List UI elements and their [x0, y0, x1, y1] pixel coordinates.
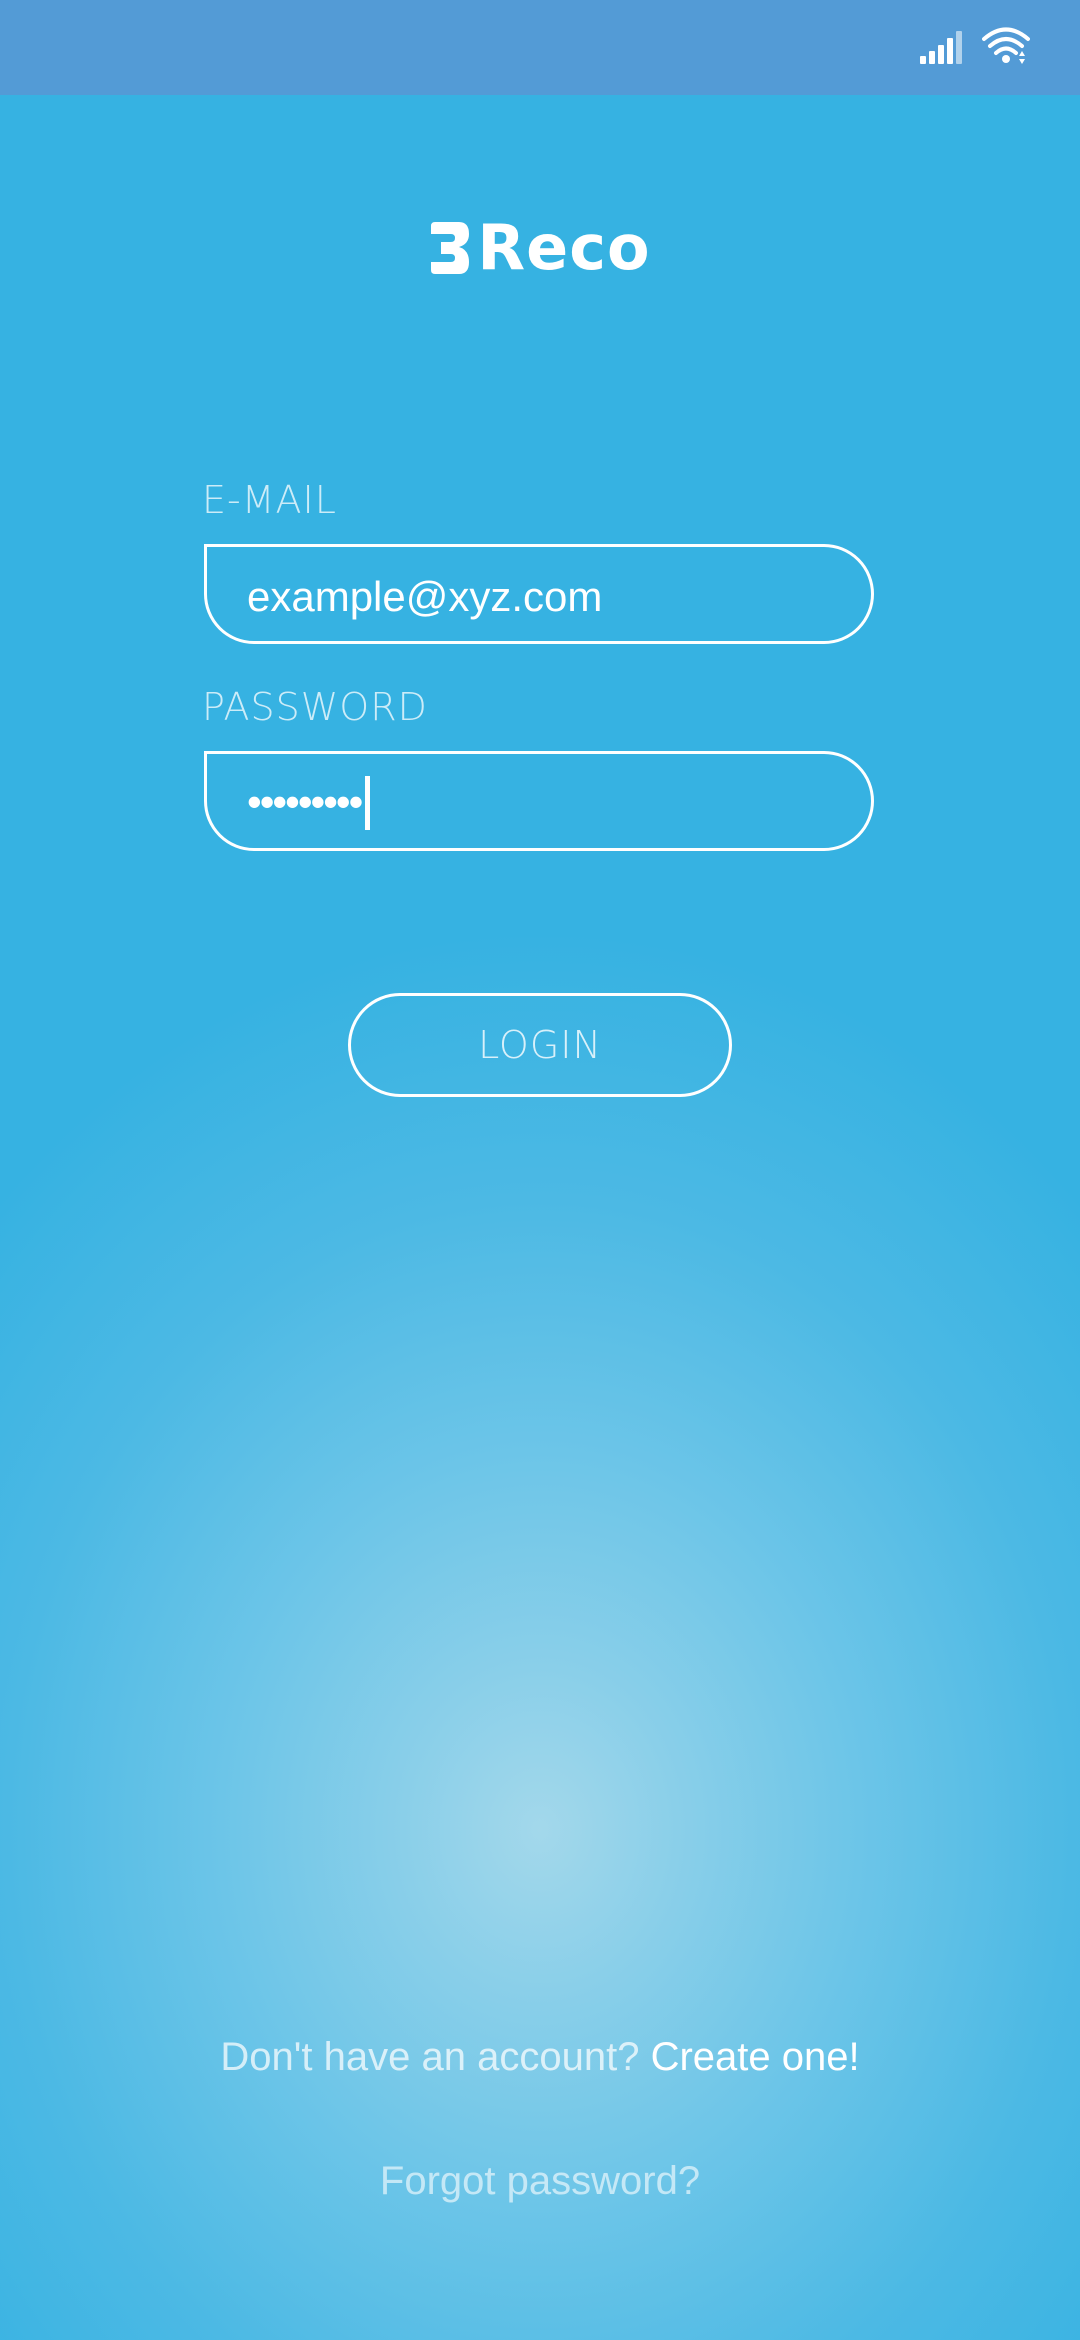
logo-text: Reco — [477, 211, 651, 284]
password-label: PASSWORD — [202, 685, 428, 729]
create-account-link[interactable]: Create one! — [651, 2035, 860, 2079]
password-value: ••••••••• — [247, 778, 363, 825]
password-field[interactable]: ••••••••• — [204, 751, 874, 851]
login-button[interactable]: LOGIN — [348, 993, 732, 1097]
app-logo: Reco — [0, 208, 1080, 288]
email-label: E-MAIL — [202, 478, 337, 522]
logo-mark-icon — [431, 222, 470, 274]
login-screen: Reco E-MAIL example@xyz.com PASSWORD •••… — [0, 0, 1080, 2340]
status-bar — [0, 0, 1080, 95]
email-field[interactable]: example@xyz.com — [204, 544, 874, 644]
text-cursor — [365, 776, 370, 830]
signal-icon — [920, 31, 962, 64]
signup-line: Don't have an account? Create one! — [0, 2032, 1080, 2082]
forgot-password-link[interactable]: Forgot password? — [0, 2156, 1080, 2206]
email-value: example@xyz.com — [247, 573, 603, 620]
signup-prompt: Don't have an account? — [220, 2035, 640, 2079]
wifi-icon — [982, 27, 1030, 64]
